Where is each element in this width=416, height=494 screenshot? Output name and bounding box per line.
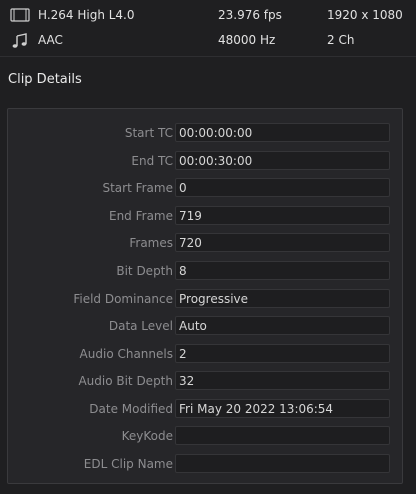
field-label: Frames [129, 236, 173, 250]
music-note-icon [10, 33, 30, 48]
bit-depth-field[interactable]: 8 [175, 261, 390, 280]
start-frame-field[interactable]: 0 [175, 178, 390, 197]
field-label: Audio Channels [79, 347, 173, 361]
field-row-start-frame: Start Frame 0 [8, 178, 404, 200]
end-frame-field[interactable]: 719 [175, 206, 390, 225]
video-frame-icon [10, 8, 30, 22]
field-label: EDL Clip Name [83, 457, 173, 471]
field-dominance-field[interactable]: Progressive [175, 289, 390, 308]
field-label: End Frame [108, 209, 173, 223]
audio-channels-field[interactable]: 2 [175, 344, 390, 363]
field-label: Field Dominance [73, 292, 173, 306]
field-row-edl-clip-name: EDL Clip Name [8, 454, 404, 476]
date-modified-field[interactable]: Fri May 20 2022 13:06:54 [175, 399, 390, 418]
field-row-field-dominance: Field Dominance Progressive [8, 289, 404, 311]
audio-bit-depth-field[interactable]: 32 [175, 371, 390, 390]
video-codec: H.264 High L4.0 [38, 8, 135, 22]
audio-stream-row: AAC 48000 Hz 2 Ch [0, 27, 416, 53]
section-divider [0, 56, 416, 57]
field-label: Date Modified [89, 402, 173, 416]
clip-details-panel: Start TC 00:00:00:00 End TC 00:00:30:00 … [7, 108, 403, 484]
field-label: Data Level [108, 319, 173, 333]
field-row-date-modified: Date Modified Fri May 20 2022 13:06:54 [8, 399, 404, 421]
field-row-data-level: Data Level Auto [8, 316, 404, 338]
video-frame-rate: 23.976 fps [218, 8, 282, 22]
audio-channels: 2 Ch [327, 33, 355, 47]
field-row-start-tc: Start TC 00:00:00:00 [8, 123, 404, 145]
field-row-frames: Frames 720 [8, 233, 404, 255]
field-row-keykode: KeyKode [8, 426, 404, 448]
clip-details-title: Clip Details [8, 72, 82, 87]
field-row-bit-depth: Bit Depth 8 [8, 261, 404, 283]
field-label: Start TC [124, 126, 173, 140]
field-label: Start Frame [102, 181, 173, 195]
keykode-field[interactable] [175, 426, 390, 445]
data-level-field[interactable]: Auto [175, 316, 390, 335]
edl-clip-name-field[interactable] [175, 454, 390, 473]
field-row-audio-channels: Audio Channels 2 [8, 344, 404, 366]
video-resolution: 1920 x 1080 [327, 8, 403, 22]
video-stream-row: H.264 High L4.0 23.976 fps 1920 x 1080 [0, 2, 416, 28]
audio-codec: AAC [38, 33, 63, 47]
start-tc-field[interactable]: 00:00:00:00 [175, 123, 390, 142]
frames-field[interactable]: 720 [175, 233, 390, 252]
field-label: Bit Depth [116, 264, 173, 278]
field-label: Audio Bit Depth [78, 374, 173, 388]
field-row-end-tc: End TC 00:00:30:00 [8, 151, 404, 173]
audio-sample-rate: 48000 Hz [218, 33, 276, 47]
field-label: KeyKode [121, 429, 173, 443]
field-row-end-frame: End Frame 719 [8, 206, 404, 228]
field-row-audio-bit-depth: Audio Bit Depth 32 [8, 371, 404, 393]
field-label: End TC [131, 154, 173, 168]
end-tc-field[interactable]: 00:00:30:00 [175, 151, 390, 170]
